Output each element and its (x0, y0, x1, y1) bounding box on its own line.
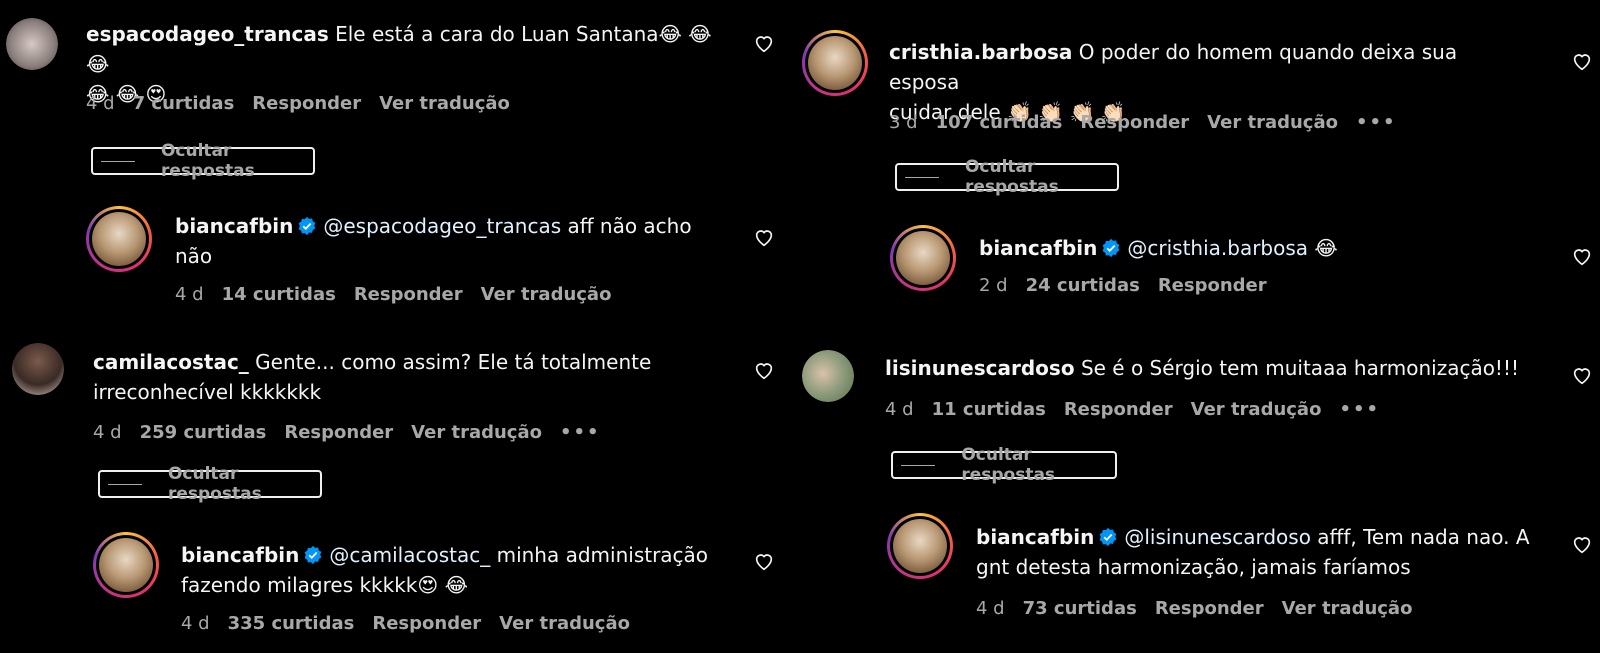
translate-button[interactable]: Ver tradução (1191, 399, 1322, 420)
translate-button[interactable]: Ver tradução (1282, 598, 1413, 619)
like-heart-icon[interactable] (753, 359, 775, 381)
likes-count[interactable]: 14 curtidas (222, 284, 336, 305)
likes-count[interactable]: 73 curtidas (1023, 598, 1137, 619)
more-options-icon[interactable]: ••• (1356, 112, 1397, 133)
timestamp: 4 d (93, 422, 122, 443)
username[interactable]: lisinunescardoso (885, 356, 1075, 380)
like-heart-icon[interactable] (753, 226, 775, 248)
translate-button[interactable]: Ver tradução (499, 613, 630, 634)
mention-link[interactable]: @cristhia.barbosa (1127, 236, 1308, 260)
translate-button[interactable]: Ver tradução (379, 93, 510, 114)
comment-body: Gente... como assim? Ele tá totalmente (255, 350, 652, 374)
reply-meta: 4 d 14 curtidas Responder Ver tradução (175, 284, 629, 305)
comment-body: Se é o Sérgio tem muitaaa harmonização!!… (1080, 356, 1519, 380)
timestamp: 2 d (979, 275, 1008, 296)
comment-meta: 4 d 11 curtidas Responder Ver tradução ••• (885, 399, 1398, 420)
username[interactable]: camilacostac_ (93, 350, 249, 374)
comment-body-line2: irreconhecível kkkkkkk (93, 380, 322, 404)
reply-meta: 4 d 335 curtidas Responder Ver tradução (181, 613, 648, 634)
timestamp: 4 d (885, 399, 914, 420)
username[interactable]: biancafbin (175, 214, 293, 238)
translate-button[interactable]: Ver tradução (411, 422, 542, 443)
hide-replies-button[interactable]: Ocultar respostas (891, 445, 1117, 485)
hide-replies-button[interactable]: Ocultar respostas (895, 157, 1119, 197)
comment-meta: 3 d 107 curtidas Responder Ver tradução ••• (889, 112, 1415, 133)
like-heart-icon[interactable] (1571, 533, 1593, 555)
reply-body-line2: não (175, 244, 213, 268)
username[interactable]: cristhia.barbosa (889, 40, 1072, 64)
timestamp: 3 d (889, 112, 918, 133)
reply-body: aff não acho (561, 214, 692, 238)
likes-count[interactable]: 24 curtidas (1026, 275, 1140, 296)
like-heart-icon[interactable] (753, 550, 775, 572)
like-heart-icon[interactable] (1571, 364, 1593, 386)
left-comment-column: espacodageo_trancas Ele está a cara do L… (0, 0, 800, 653)
right-comment-column: cristhia.barbosa O poder do homem quando… (800, 0, 1600, 653)
reply-meta: 2 d 24 curtidas Responder (979, 275, 1285, 296)
verified-badge-icon (1103, 238, 1120, 258)
reply-meta: 4 d 73 curtidas Responder Ver tradução (976, 598, 1430, 619)
translate-button[interactable]: Ver tradução (1207, 112, 1338, 133)
like-heart-icon[interactable] (1571, 245, 1593, 267)
reply-body: minha administração (490, 543, 709, 567)
timestamp: 4 d (86, 93, 115, 114)
likes-count[interactable]: 7 curtidas (133, 93, 235, 114)
avatar-biancafbin[interactable] (887, 513, 953, 579)
hide-replies-button[interactable]: Ocultar respostas (98, 464, 322, 504)
reply-text: biancafbin @lisinunescardoso afff, Tem na… (976, 522, 1556, 582)
reply-body-line2: gnt detesta harmonização, jamais faríamo… (976, 555, 1411, 579)
likes-count[interactable]: 259 curtidas (140, 422, 267, 443)
like-heart-icon[interactable] (753, 32, 775, 54)
timestamp: 4 d (175, 284, 204, 305)
username[interactable]: biancafbin (976, 525, 1094, 549)
avatar-biancafbin[interactable] (93, 532, 159, 598)
likes-count[interactable]: 335 curtidas (228, 613, 355, 634)
mention-link[interactable]: @espacodageo_trancas (323, 214, 561, 238)
more-options-icon[interactable]: ••• (560, 422, 601, 443)
username[interactable]: biancafbin (181, 543, 299, 567)
comment-meta: 4 d 7 curtidas Responder Ver tradução (86, 93, 528, 114)
username[interactable]: biancafbin (979, 236, 1097, 260)
reply-button[interactable]: Responder (1155, 598, 1264, 619)
verified-badge-icon (305, 545, 322, 565)
username[interactable]: espacodageo_trancas (86, 22, 329, 46)
reply-button[interactable]: Responder (1064, 399, 1173, 420)
translate-button[interactable]: Ver tradução (481, 284, 612, 305)
reply-body: afff, Tem nada nao. A (1310, 525, 1530, 549)
comment-text: lisinunescardoso Se é o Sérgio tem muita… (885, 353, 1575, 383)
verified-badge-icon (1100, 527, 1117, 547)
reply-button[interactable]: Responder (252, 93, 361, 114)
avatar-espacodageo[interactable] (6, 18, 58, 70)
reply-button[interactable]: Responder (354, 284, 463, 305)
like-heart-icon[interactable] (1571, 50, 1593, 72)
avatar-camilacostac[interactable] (12, 343, 64, 395)
reply-button[interactable]: Responder (284, 422, 393, 443)
avatar-cristhia[interactable] (802, 30, 868, 96)
timestamp: 4 d (976, 598, 1005, 619)
mention-link[interactable]: @camilacostac_ (329, 543, 490, 567)
reply-text: biancafbin @espacodageo_trancas aff não a… (175, 211, 735, 271)
reply-text: biancafbin @camilacostac_ minha administr… (181, 540, 741, 600)
verified-badge-icon (299, 216, 316, 236)
avatar-biancafbin[interactable] (86, 206, 152, 272)
comment-meta: 4 d 259 curtidas Responder Ver tradução ••• (93, 422, 619, 443)
reply-button[interactable]: Responder (1080, 112, 1189, 133)
likes-count[interactable]: 11 curtidas (932, 399, 1046, 420)
mention-link[interactable]: @lisinunescardoso (1124, 525, 1311, 549)
comment-text: camilacostac_ Gente... como assim? Ele t… (93, 347, 733, 407)
reply-button[interactable]: Responder (372, 613, 481, 634)
avatar-biancafbin[interactable] (890, 225, 956, 291)
timestamp: 4 d (181, 613, 210, 634)
reply-button[interactable]: Responder (1158, 275, 1267, 296)
avatar-lisinunes[interactable] (802, 350, 854, 402)
reply-body-line2: fazendo milagres kkkkk😍 😂 (181, 573, 468, 597)
more-options-icon[interactable]: ••• (1339, 399, 1380, 420)
likes-count[interactable]: 107 curtidas (936, 112, 1063, 133)
hide-replies-button[interactable]: Ocultar respostas (91, 141, 315, 181)
reply-text: biancafbin @cristhia.barbosa 😂 (979, 233, 1539, 263)
reply-body: 😂 (1308, 236, 1338, 260)
